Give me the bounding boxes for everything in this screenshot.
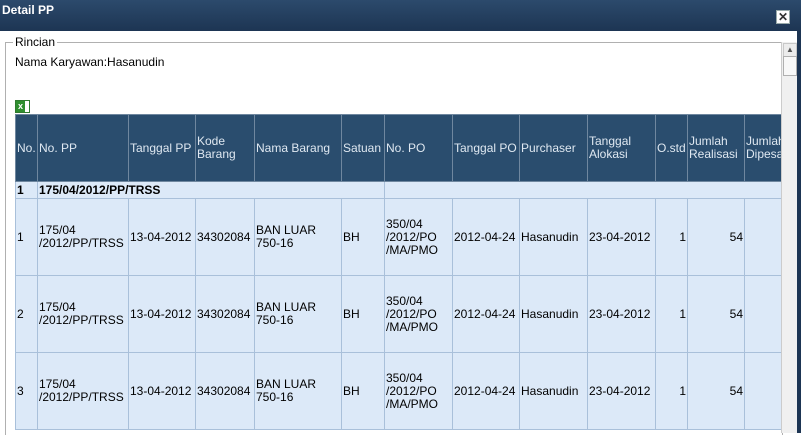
col-purchaser[interactable]: Purchaser: [519, 114, 588, 182]
cell-purchaser: Hasanudin: [519, 198, 588, 276]
cell-tanggal-pp: 13-04-2012: [128, 352, 196, 430]
cell-no-pp: 175/04 /2012/PP/TRSS: [37, 352, 129, 430]
cell-tanggal-alokasi: 23-04-2012: [587, 275, 656, 353]
cell-tanggal-po: 2012-04-24: [452, 275, 520, 353]
group-label: 175/04/2012/PP/TRSS: [37, 181, 385, 199]
cell-kode-barang: 34302084: [195, 352, 255, 430]
cell-nama-barang: BAN LUAR 750-16: [254, 198, 342, 276]
table-header-row: No. No. PP Tanggal PP Kode Barang Nama B…: [15, 114, 781, 182]
cell-no-po: 350/04 /2012/PO /MA/PMO: [384, 198, 453, 276]
cell-no-po: 350/04 /2012/PO /MA/PMO: [384, 352, 453, 430]
fieldset-legend: Rincian: [13, 35, 58, 49]
close-icon[interactable]: ✕: [776, 10, 790, 24]
cell-tanggal-pp: 13-04-2012: [128, 198, 196, 276]
excel-icon[interactable]: x: [15, 100, 30, 113]
cell-no: 3: [15, 352, 38, 430]
vertical-scrollbar[interactable]: ▲: [781, 42, 798, 433]
col-kode-barang[interactable]: Kode Barang: [195, 114, 255, 182]
cell-jumlah-realisasi: 54: [687, 198, 745, 276]
cell-jumlah-dipesan: 5: [744, 275, 781, 353]
table-row[interactable]: 3 175/04 /2012/PP/TRSS 13-04-2012 343020…: [15, 352, 781, 430]
cell-satuan: BH: [341, 275, 385, 353]
col-nama-barang[interactable]: Nama Barang: [254, 114, 342, 182]
col-jumlah-realisasi[interactable]: Jumlah Realisasi: [687, 114, 745, 182]
cell-purchaser: Hasanudin: [519, 275, 588, 353]
group-row[interactable]: 1 175/04/2012/PP/TRSS: [15, 181, 781, 199]
table-row[interactable]: 2 175/04 /2012/PP/TRSS 13-04-2012 343020…: [15, 275, 781, 353]
cell-tanggal-pp: 13-04-2012: [128, 275, 196, 353]
cell-purchaser: Hasanudin: [519, 352, 588, 430]
dialog-titlebar: Detail PP ✕: [0, 0, 801, 31]
cell-no: 1: [15, 198, 38, 276]
detail-table-wrapper: No. No. PP Tanggal PP Kode Barang Nama B…: [15, 114, 781, 434]
col-tanggal-po[interactable]: Tanggal PO: [452, 114, 520, 182]
dialog-content: Rincian Nama Karyawan:Hasanudin x No. No…: [0, 31, 801, 435]
cell-no-po: 350/04 /2012/PO /MA/PMO: [384, 275, 453, 353]
col-no-po[interactable]: No. PO: [384, 114, 453, 182]
cell-jumlah-dipesan: 5: [744, 198, 781, 276]
cell-kode-barang: 34302084: [195, 198, 255, 276]
col-satuan[interactable]: Satuan: [341, 114, 385, 182]
cell-tanggal-po: 2012-04-24: [452, 198, 520, 276]
col-tanggal-pp[interactable]: Tanggal PP: [128, 114, 196, 182]
scroll-thumb[interactable]: [783, 56, 797, 76]
cell-jumlah-realisasi: 54: [687, 275, 745, 353]
cell-jumlah-realisasi: 54: [687, 352, 745, 430]
dialog-title: Detail PP: [2, 3, 55, 17]
col-no[interactable]: No.: [15, 114, 38, 182]
col-tanggal-alokasi[interactable]: Tanggal Alokasi: [587, 114, 656, 182]
cell-satuan: BH: [341, 352, 385, 430]
cell-kode-barang: 34302084: [195, 275, 255, 353]
group-no: 1: [15, 181, 38, 199]
cell-tanggal-po: 2012-04-24: [452, 352, 520, 430]
cell-nama-barang: BAN LUAR 750-16: [254, 275, 342, 353]
col-no-pp[interactable]: No. PP: [37, 114, 129, 182]
scroll-up-icon[interactable]: ▲: [783, 43, 797, 57]
cell-tanggal-alokasi: 23-04-2012: [587, 352, 656, 430]
cell-jumlah-dipesan: 5: [744, 352, 781, 430]
group-empty: [384, 181, 781, 199]
cell-nama-barang: BAN LUAR 750-16: [254, 352, 342, 430]
detail-table: No. No. PP Tanggal PP Kode Barang Nama B…: [15, 114, 781, 430]
cell-ostd: 1: [655, 198, 688, 276]
cell-no: 2: [15, 275, 38, 353]
cell-no-pp: 175/04 /2012/PP/TRSS: [37, 198, 129, 276]
col-jumlah-dipesan[interactable]: Jumlah Dipesan: [744, 114, 781, 182]
table-row[interactable]: 1 175/04 /2012/PP/TRSS 13-04-2012 343020…: [15, 198, 781, 276]
cell-satuan: BH: [341, 198, 385, 276]
window-edge: [797, 31, 801, 433]
cell-tanggal-alokasi: 23-04-2012: [587, 198, 656, 276]
cell-ostd: 1: [655, 275, 688, 353]
cell-ostd: 1: [655, 352, 688, 430]
col-ostd[interactable]: O.std: [655, 114, 688, 182]
cell-no-pp: 175/04 /2012/PP/TRSS: [37, 275, 129, 353]
employee-name: Nama Karyawan:Hasanudin: [15, 55, 165, 69]
